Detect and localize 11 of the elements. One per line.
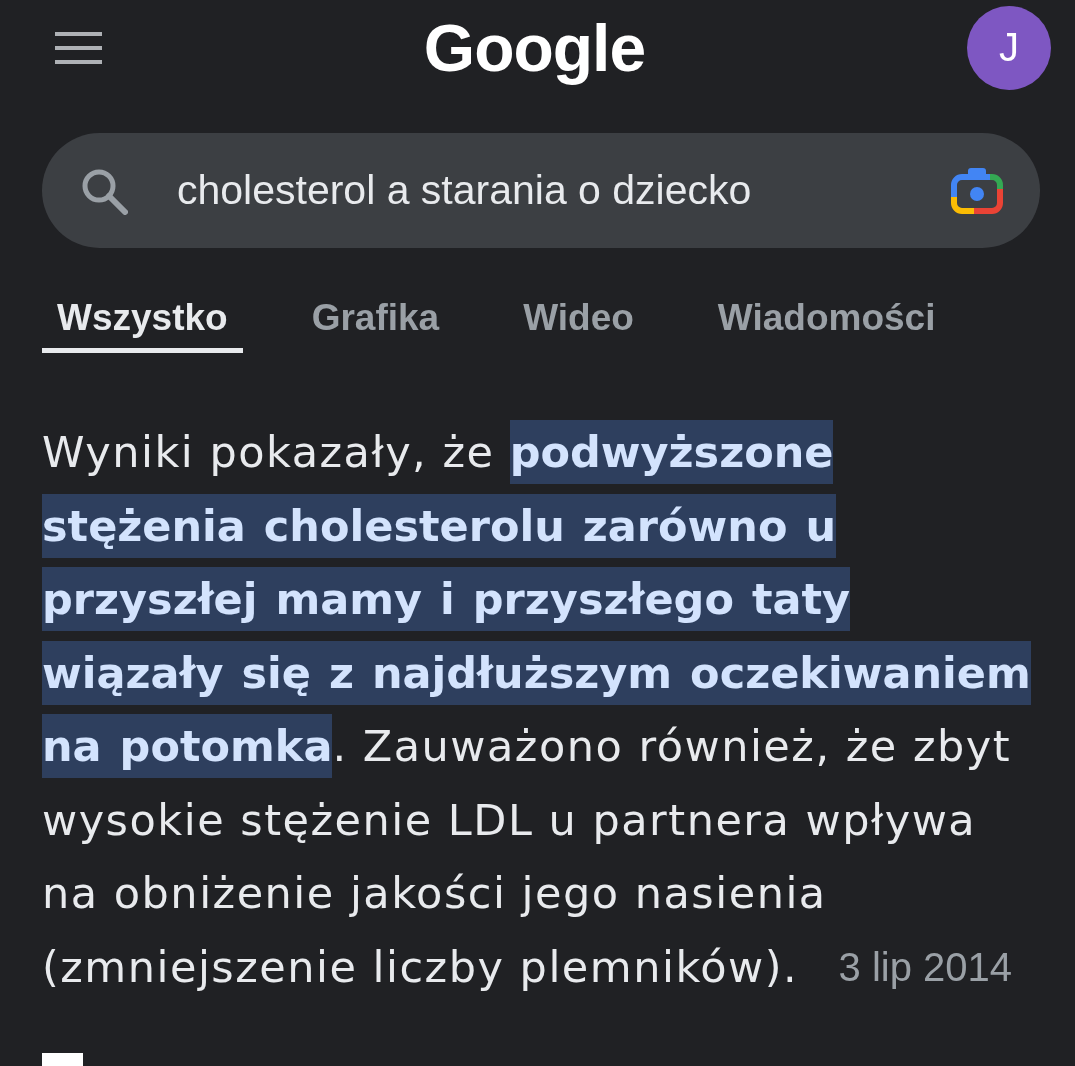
search-field[interactable]: cholesterol a starania o dziecko xyxy=(42,133,1040,248)
tab[interactable]: Wideo xyxy=(508,284,649,353)
site-favicon-icon xyxy=(42,1053,83,1066)
search-query: cholesterol a starania o dziecko xyxy=(177,167,753,214)
account-avatar[interactable]: J xyxy=(967,5,1051,90)
tab[interactable]: Wiadomości xyxy=(702,284,951,353)
result-date: 3 lip 2014 xyxy=(838,943,1012,991)
tab[interactable]: Grafika xyxy=(296,284,455,353)
camera-icon[interactable] xyxy=(950,166,1004,215)
tab[interactable]: Wszystko xyxy=(42,284,243,353)
menu-icon[interactable] xyxy=(55,31,102,64)
